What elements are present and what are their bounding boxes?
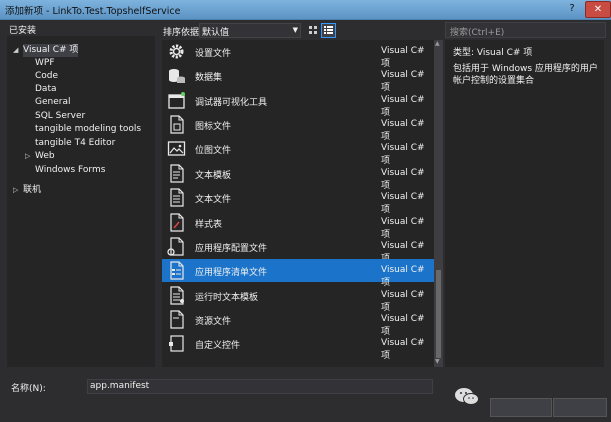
scroll-up-icon[interactable]: ▲ <box>435 40 440 47</box>
tree-item[interactable]: Windows Forms <box>35 164 105 177</box>
list-toolbar: 排序依据: 默认值 ▼ <box>160 22 445 39</box>
template-item-name: 样式表 <box>195 220 223 230</box>
tree-item-label: Windows Forms <box>35 165 106 175</box>
cancel-button[interactable] <box>553 398 607 417</box>
scroll-down-icon[interactable]: ▼ <box>435 358 440 365</box>
template-item-name: 设置文件 <box>195 49 232 59</box>
tree-item-label: Data <box>35 84 57 94</box>
template-item[interactable]: 图标文件 Visual C# 项 <box>162 113 434 142</box>
sort-dropdown[interactable]: 默认值 ▼ <box>199 23 301 38</box>
details-description: 包括用于 Windows 应用程序的用户帐户控制的设置集合 <box>453 64 598 86</box>
grid-view-icon <box>309 26 317 34</box>
name-label: 名称(N): <box>11 384 46 394</box>
tree-item[interactable]: ◢ Visual C# 项 <box>13 44 79 57</box>
tree-item[interactable]: tangible T4 Editor <box>35 137 115 150</box>
tree-item-label: tangible T4 Editor <box>35 138 116 148</box>
details-type: 类型: Visual C# 项 <box>453 48 533 58</box>
dataset-icon <box>169 69 185 83</box>
template-item[interactable]: 样式表 Visual C# 项 <box>162 211 434 240</box>
add-button[interactable] <box>490 398 552 417</box>
expanded-caret-icon[interactable]: ◢ <box>13 44 18 57</box>
name-value: app.manifest <box>90 381 150 391</box>
help-button[interactable]: ? <box>560 1 584 16</box>
template-item[interactable]: 自定义控件 Visual C# 项 <box>162 332 434 361</box>
scrollbar-thumb[interactable] <box>436 270 441 358</box>
template-item-name: 应用程序配置文件 <box>195 244 268 254</box>
sort-label: 排序依据: <box>163 28 203 38</box>
app-manifest-icon <box>170 261 184 280</box>
text-template-icon <box>170 164 184 183</box>
installed-label: 已安装 <box>9 26 37 36</box>
tree-item[interactable]: WPF <box>35 57 55 70</box>
template-item-name: 数据集 <box>195 73 223 83</box>
list-view-button[interactable] <box>321 23 336 38</box>
template-item[interactable]: 应用程序清单文件 Visual C# 项 <box>162 259 434 288</box>
template-item-name: 文本文件 <box>195 195 232 205</box>
debugger-visualizer-icon <box>168 92 185 109</box>
tree-item-label: tangible modeling tools <box>35 124 142 134</box>
wechat-watermark-icon <box>455 388 479 405</box>
icon-file-icon <box>170 115 184 134</box>
template-item-name: 调试器可视化工具 <box>195 98 268 108</box>
resource-file-icon <box>170 310 184 329</box>
template-item[interactable]: 位图文件 Visual C# 项 <box>162 137 434 166</box>
template-item[interactable]: 资源文件 Visual C# 项 <box>162 308 434 337</box>
tree-item-label: WPF <box>35 58 55 68</box>
custom-control-icon <box>169 335 184 352</box>
text-file-icon <box>170 188 184 207</box>
list-view-icon <box>324 26 333 34</box>
tree-item[interactable]: General <box>35 96 70 109</box>
tree-item-label: Code <box>35 71 59 81</box>
tree-item[interactable]: Code <box>35 70 58 83</box>
collapsed-caret-icon[interactable]: ▷ <box>25 150 30 163</box>
stylesheet-icon <box>170 213 184 232</box>
template-item[interactable]: 应用程序配置文件Visual C# 项 <box>162 235 434 264</box>
sort-value: 默认值 <box>202 28 230 38</box>
tree-item-label: Web <box>35 151 55 161</box>
tree-item[interactable]: ▷ Web <box>25 150 55 163</box>
template-item[interactable]: 文本模板 Visual C# 项 <box>162 162 434 191</box>
tree-item[interactable]: tangible modeling tools <box>35 123 141 136</box>
template-item[interactable]: 调试器可视化工具 Visual C# 项 <box>162 89 434 118</box>
tree-item[interactable]: Data <box>35 83 57 96</box>
tree-item[interactable]: ▷ 联机 <box>13 184 42 197</box>
runtime-text-template-icon <box>170 286 184 305</box>
template-item-name: 文本模板 <box>195 171 232 181</box>
bitmap-icon <box>167 141 186 156</box>
search-placeholder: 搜索(Ctrl+E) <box>450 28 505 38</box>
template-item[interactable]: 数据集 Visual C# 项 <box>162 64 434 93</box>
title-bar[interactable]: 添加新项 - LinkTo.Test.TopshelfService ? ✕ <box>0 0 611 20</box>
details-panel: 类型: Visual C# 项 包括用于 Windows 应用程序的用户帐户控制… <box>445 40 604 367</box>
settings-icon <box>169 44 184 59</box>
template-item-name: 自定义控件 <box>195 341 241 351</box>
template-item[interactable]: 文本文件 Visual C# 项 <box>162 186 434 215</box>
tree-item-label: Visual C# 项 <box>23 45 79 55</box>
template-item[interactable]: 运行时文本模板 Visual C# 项 <box>162 284 434 313</box>
template-item[interactable]: 设置文件 Visual C# 项 <box>162 40 434 69</box>
tree-item-label: General <box>35 97 71 107</box>
template-item-type: Visual C# 项 <box>381 338 425 361</box>
search-box[interactable]: 搜索(Ctrl+E) <box>445 22 606 38</box>
collapsed-caret-icon[interactable]: ▷ <box>13 184 18 197</box>
template-item-name: 应用程序清单文件 <box>195 268 268 278</box>
template-item-name: 图标文件 <box>195 122 232 132</box>
close-button[interactable]: ✕ <box>585 1 611 18</box>
tree-item-label: 联机 <box>23 185 42 195</box>
window-title: 添加新项 - LinkTo.Test.TopshelfService <box>5 6 181 17</box>
tree-item[interactable]: SQL Server <box>35 110 85 123</box>
bottom-bar: 名称(N): app.manifest <box>0 372 611 422</box>
installed-header: 已安装 <box>7 22 155 36</box>
template-list-scrollbar[interactable]: ▲ ▼ <box>434 40 443 367</box>
chevron-down-icon: ▼ <box>292 26 298 34</box>
template-item-name: 位图文件 <box>195 146 232 156</box>
small-icons-view-button[interactable] <box>306 23 321 38</box>
app-config-icon <box>167 237 184 256</box>
name-field[interactable]: app.manifest <box>87 379 433 394</box>
template-item-name: 运行时文本模板 <box>195 293 259 303</box>
template-list: 设置文件 Visual C# 项数据集 Visual C# 项调试器可视化工具 Vis… <box>162 40 434 367</box>
template-item-name: 资源文件 <box>195 317 232 327</box>
tree-item-label: SQL Server <box>35 111 86 121</box>
add-new-item-dialog: 添加新项 - LinkTo.Test.TopshelfService ? ✕ 已… <box>0 0 611 422</box>
